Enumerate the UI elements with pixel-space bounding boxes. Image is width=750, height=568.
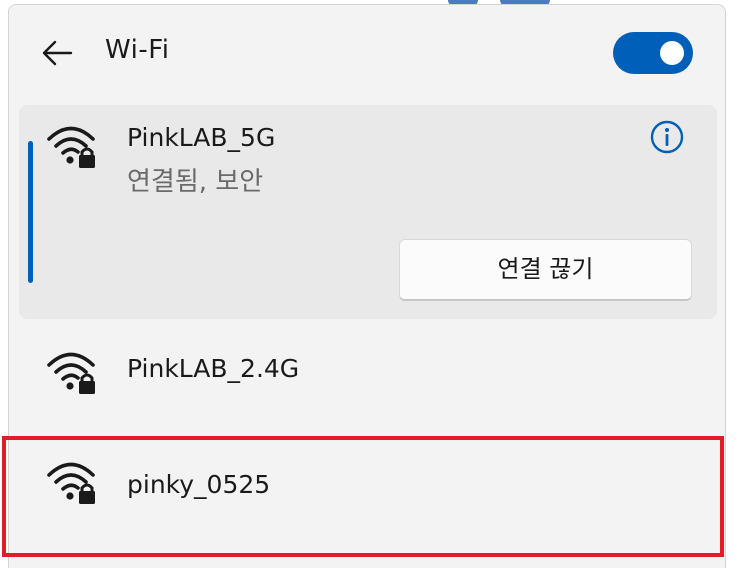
toggle-knob	[660, 41, 684, 65]
wifi-panel: Wi-Fi PinkLAB_5G 연결됨, 보안 연결 끊기 PinkLAB_2…	[8, 4, 726, 568]
info-icon	[650, 120, 684, 154]
network-ssid: pinky_0525	[127, 470, 271, 499]
network-status: 연결됨, 보안	[127, 167, 264, 197]
wifi-secured-icon	[47, 462, 95, 504]
network-item-connected[interactable]: PinkLAB_5G 연결됨, 보안 연결 끊기	[19, 105, 717, 319]
network-item[interactable]: PinkLAB_2.4G	[19, 323, 717, 423]
network-properties-button[interactable]	[649, 119, 685, 155]
wifi-secured-icon	[47, 126, 95, 168]
network-ssid: PinkLAB_2.4G	[127, 354, 300, 383]
back-arrow-icon	[42, 40, 73, 66]
wifi-header: Wi-Fi	[9, 5, 725, 101]
wifi-quick-settings: Wi-Fi PinkLAB_5G 연결됨, 보안 연결 끊기 PinkLAB_2…	[0, 0, 750, 568]
network-item[interactable]: pinky_0525	[19, 439, 717, 539]
network-ssid: PinkLAB_5G	[127, 123, 276, 152]
page-title: Wi-Fi	[105, 35, 170, 65]
disconnect-button[interactable]: 연결 끊기	[399, 239, 692, 301]
back-button[interactable]	[37, 33, 77, 73]
wifi-toggle[interactable]	[613, 32, 693, 74]
wifi-secured-icon	[47, 352, 95, 394]
selection-indicator	[28, 141, 33, 283]
